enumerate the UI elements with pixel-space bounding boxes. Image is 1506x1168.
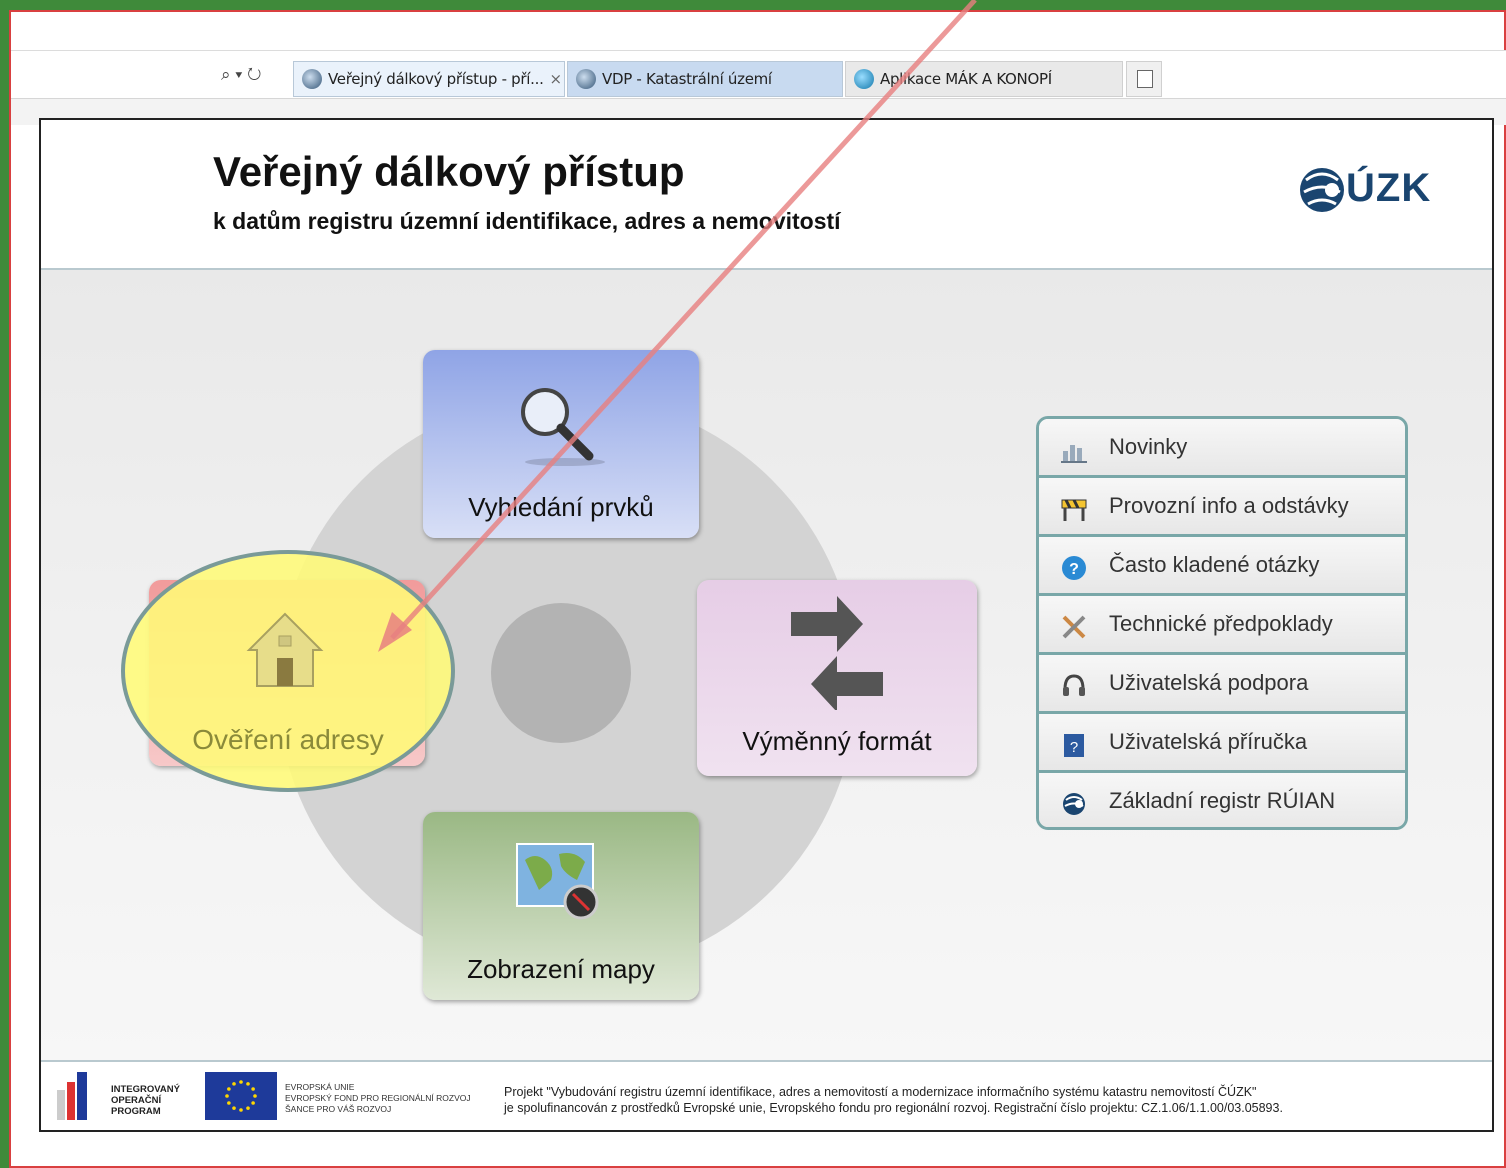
new-tab-button[interactable] (1126, 61, 1162, 97)
browser-window: ⌕ ▾ ↻ Veřejný dálkový přístup - pří... ×… (9, 10, 1506, 1168)
eu-stars-icon (225, 1080, 257, 1112)
tab-close-icon[interactable]: × (550, 70, 563, 88)
world-map-icon (516, 843, 599, 920)
barrier-icon (1061, 499, 1087, 521)
iop-bars-icon (57, 1072, 87, 1120)
tile-search-label: Vyhledání prvků (468, 492, 654, 522)
eu-star (239, 1108, 243, 1112)
main-content: Vyhledání prvků Výměnný formát Zobrazení (41, 270, 1492, 1060)
exchange-arrows-icon (791, 596, 883, 710)
magnifier-icon (521, 388, 605, 466)
eu-line: ŠANCE PRO VÁŠ ROZVOJ (285, 1104, 392, 1114)
vdp-page: Veřejný dálkový přístup k datům registru… (39, 118, 1494, 1132)
manual-icon: ? (1064, 734, 1084, 757)
eu-star (239, 1080, 243, 1084)
tab-label: Veřejný dálkový přístup - pří... (328, 70, 544, 88)
menu-item-label: Novinky (1109, 434, 1188, 459)
tile-search-features[interactable]: Vyhledání prvků (423, 350, 699, 538)
cuzk-logo[interactable]: ÚZK (1296, 160, 1446, 220)
iop-text: INTEGROVANÝ OPERAČNÍ PROGRAM (111, 1084, 180, 1117)
tile-address-label: Ověření adresy (192, 724, 384, 755)
iop-logo: INTEGROVANÝ OPERAČNÍ PROGRAM (55, 1070, 180, 1122)
highlight-ellipse: Ověření adresy (121, 550, 455, 792)
footer-project-text: Projekt "Vybudování registru územní iden… (504, 1084, 1283, 1116)
eu-star (232, 1082, 236, 1086)
eu-star (232, 1106, 236, 1110)
tab-strip: ⌕ ▾ ↻ Veřejný dálkový přístup - pří... ×… (11, 50, 1506, 101)
menu-item-ruian[interactable]: Základní registr RÚIAN (1039, 773, 1405, 827)
tab-vdp-main[interactable]: Veřejný dálkový přístup - pří... × (293, 61, 565, 97)
eu-star (246, 1106, 250, 1110)
eu-line: EVROPSKÁ UNIE (285, 1082, 355, 1092)
menu-item-provozni-info[interactable]: Provozní info a odstávky (1039, 478, 1405, 537)
menu-item-label: Technické předpoklady (1109, 611, 1333, 636)
cuzk-globe-icon (1300, 168, 1344, 212)
ie-favicon-icon (854, 69, 874, 89)
iop-line: PROGRAM (111, 1106, 161, 1117)
eu-star (253, 1094, 257, 1098)
tab-label: VDP - Katastrální území (602, 70, 772, 88)
eu-star (225, 1094, 229, 1098)
tile-exchange-label: Výměnný formát (742, 726, 932, 756)
tile-map-label: Zobrazení mapy (467, 954, 655, 984)
menu-item-faq[interactable]: ? Často kladené otázky (1039, 537, 1405, 596)
eu-star (227, 1087, 231, 1091)
address-bar-tools[interactable]: ⌕ ▾ ↻ (221, 65, 261, 85)
page-footer: INTEGROVANÝ OPERAČNÍ PROGRAM EVROPSKÁ UN… (41, 1060, 1492, 1130)
eu-star (251, 1101, 255, 1105)
menu-item-technical[interactable]: Technické předpoklady (1039, 596, 1405, 655)
page-subtitle: k datům registru územní identifikace, ad… (213, 208, 841, 234)
tools-icon (1062, 615, 1086, 639)
tile-show-map[interactable]: Zobrazení mapy (423, 812, 699, 1000)
ruian-icon (1063, 793, 1085, 815)
tab-mak-konopi[interactable]: Aplikace MÁK A KONOPÍ (845, 61, 1123, 97)
page-title: Veřejný dálkový přístup (213, 148, 685, 195)
new-tab-icon (1137, 70, 1153, 88)
vdp-favicon-icon (302, 69, 322, 89)
help-icon: ? (1062, 556, 1086, 580)
house-icon (246, 612, 324, 687)
iop-line: OPERAČNÍ (111, 1095, 162, 1106)
footer-line: je spolufinancován z prostředků Evropské… (504, 1101, 1283, 1115)
footer-line: Projekt "Vybudování registru územní iden… (504, 1085, 1257, 1099)
menu-item-label: Provozní info a odstávky (1109, 493, 1349, 518)
eu-flag-icon (205, 1072, 277, 1120)
eu-star (246, 1082, 250, 1086)
menu-item-support[interactable]: Uživatelská podpora (1039, 655, 1405, 714)
center-circle (491, 603, 631, 743)
side-menu: Novinky Provozní info a odstávky ? Často… (1036, 416, 1408, 830)
eu-star (227, 1101, 231, 1105)
eu-star (251, 1087, 255, 1091)
menu-item-label: Často kladené otázky (1109, 552, 1320, 577)
menu-item-label: Uživatelská příručka (1109, 729, 1308, 754)
cuzk-logo-text: ÚZK (1346, 166, 1432, 210)
vdp-favicon-icon (576, 69, 596, 89)
iop-line: INTEGROVANÝ (111, 1084, 180, 1095)
menu-item-label: Základní registr RÚIAN (1109, 788, 1336, 813)
headset-icon (1063, 674, 1085, 696)
eu-text: EVROPSKÁ UNIE EVROPSKÝ FOND PRO REGIONÁL… (285, 1082, 471, 1115)
page-header: Veřejný dálkový přístup k datům registru… (41, 120, 1492, 270)
menu-item-novinky[interactable]: Novinky (1039, 419, 1405, 478)
svg-text:?: ? (1070, 739, 1078, 756)
tab-katastralni-uzemi[interactable]: VDP - Katastrální území (567, 61, 843, 97)
menu-item-label: Uživatelská podpora (1109, 670, 1309, 695)
svg-text:?: ? (1069, 561, 1079, 578)
news-icon (1061, 445, 1087, 463)
tile-exchange-format[interactable]: Výměnný formát (697, 580, 977, 776)
tab-label: Aplikace MÁK A KONOPÍ (880, 70, 1052, 88)
menu-item-manual[interactable]: ? Uživatelská příručka (1039, 714, 1405, 773)
eu-line: EVROPSKÝ FOND PRO REGIONÁLNÍ ROZVOJ (285, 1093, 471, 1103)
